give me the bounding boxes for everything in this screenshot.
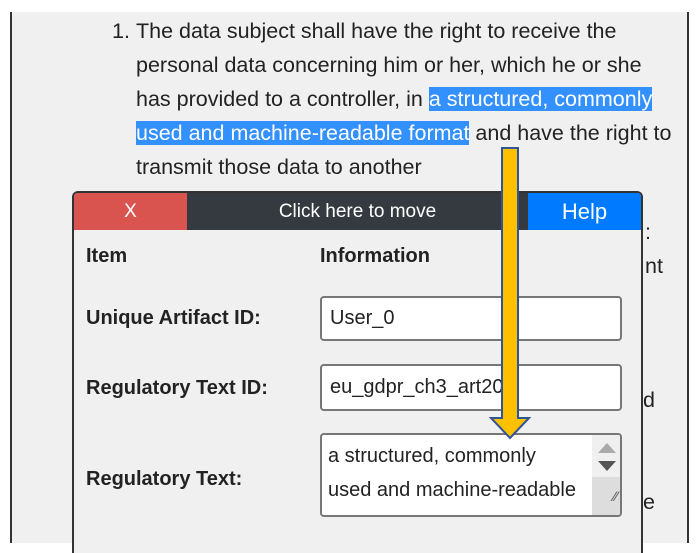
arrow-down-icon [488,147,532,440]
arrow-shape [488,147,532,440]
